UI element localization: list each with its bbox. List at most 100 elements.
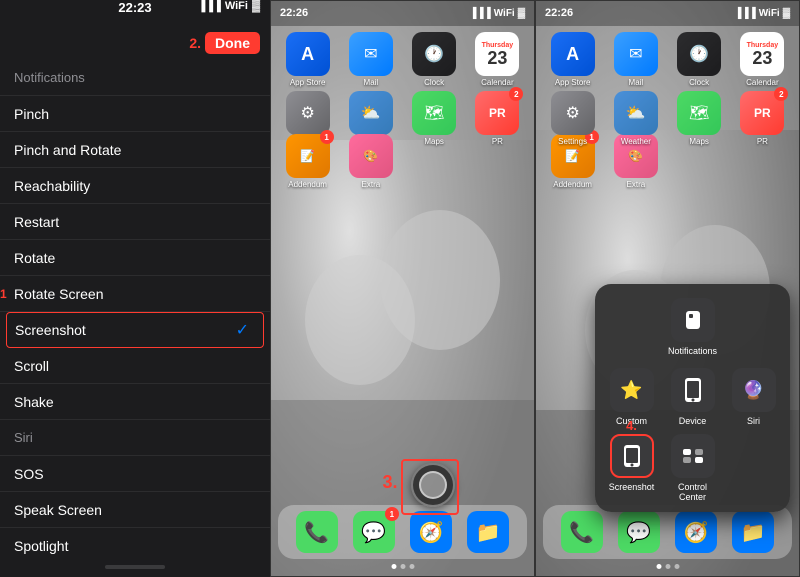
app-calendar-r[interactable]: Thursday 23 Calendar (733, 32, 792, 87)
popup-screenshot-icon (610, 434, 654, 478)
right-phone-panel: 22:26 ▐▐▐ WiFi ▓ A App Store ✉ Mail 🕐 Cl… (535, 0, 800, 577)
popup-siri[interactable]: 🔮 Siri (727, 368, 780, 426)
dock-safari-m[interactable]: 🧭 (410, 511, 452, 553)
item-screenshot[interactable]: Screenshot ✓ (6, 312, 264, 348)
pr-badge-r: 2 (774, 87, 788, 101)
popup-grid: ⭐ Custom Device 🔮 (605, 368, 780, 502)
item-scroll[interactable]: Scroll (0, 348, 270, 384)
dot-1-m (391, 564, 396, 569)
item-reachability[interactable]: Reachability (0, 168, 270, 204)
app-maps-r[interactable]: 🗺 Maps (670, 91, 729, 146)
status-icons-right: ▐▐▐ WiFi ▓ (734, 8, 790, 19)
app-pr-icon-m: PR 2 (475, 91, 519, 135)
bottom-bar (105, 565, 165, 569)
item-speak-screen[interactable]: Speak Screen (0, 492, 270, 528)
app-mail-icon-m: ✉ (349, 32, 393, 76)
screenshot-phone-icon (623, 444, 641, 468)
app-weather-r[interactable]: ⛅ Weather (606, 91, 665, 146)
app-settings-r[interactable]: ⚙ Settings (543, 91, 602, 146)
app-mail-m[interactable]: ✉ Mail (341, 32, 400, 87)
app-calendar-icon-m: Thursday 23 (475, 32, 519, 76)
item-pinch-rotate[interactable]: Pinch and Rotate (0, 132, 270, 168)
popup-custom-icon: ⭐ (610, 368, 654, 412)
item-sos[interactable]: SOS (0, 456, 270, 492)
dot-1-r (656, 564, 661, 569)
app-addendum-m[interactable]: 📝 1 Addendum (278, 134, 337, 189)
item-pinch[interactable]: Pinch (0, 96, 270, 132)
popup-top: Notifications (605, 298, 780, 356)
device-phone-icon (683, 377, 703, 403)
section-siri: Siri (0, 420, 270, 456)
status-icons-left: ▐▐▐ WiFi ▓ (197, 0, 260, 12)
dock-files-m[interactable]: 📁 (467, 511, 509, 553)
app-settings-icon-m: ⚙ (286, 91, 330, 135)
wifi-icon: WiFi (225, 0, 248, 12)
app-appstore-m[interactable]: A App Store (278, 32, 337, 87)
done-button[interactable]: Done (205, 32, 260, 54)
status-icons-middle: ▐▐▐ WiFi ▓ (469, 8, 525, 19)
app-calendar-m[interactable]: Thursday 23 Calendar (468, 32, 527, 87)
dot-2-m (400, 564, 405, 569)
app-maps-icon-m: 🗺 (412, 91, 456, 135)
dock-files-r[interactable]: 📁 (732, 511, 774, 553)
settings-panel: 22:23 ▐▐▐ WiFi ▓ 2. Done Notifications P… (0, 0, 270, 577)
app-clock-m[interactable]: 🕐 Clock (405, 32, 464, 87)
popup-control-center[interactable]: Control Center (666, 434, 719, 502)
wifi-icon-r: WiFi (759, 8, 780, 19)
battery-icon-m: ▓ (518, 8, 525, 19)
pr-badge: 2 (509, 87, 523, 101)
page-indicator-right (656, 564, 679, 569)
time-right: 22:26 (545, 7, 573, 19)
addendum-badge: 1 (320, 130, 334, 144)
messages-badge: 1 (385, 507, 399, 521)
dock-safari-r[interactable]: 🧭 (675, 511, 717, 553)
status-bar-left: 22:23 ▐▐▐ WiFi ▓ (0, 0, 270, 28)
item-restart[interactable]: Restart (0, 204, 270, 240)
dot-2-r (665, 564, 670, 569)
popup-device[interactable]: Device (666, 368, 719, 426)
time-middle: 22:26 (280, 7, 308, 19)
signal-icon: ▐▐▐ (197, 0, 220, 12)
signal-icon-m: ▐▐▐ (469, 8, 490, 19)
control-center-icon (682, 448, 704, 464)
app-extra-m[interactable]: 🎨 Extra (341, 134, 400, 189)
app-appstore-icon-m: A (286, 32, 330, 76)
dock-messages-m[interactable]: 💬 1 (353, 511, 395, 553)
dock-phone-m[interactable]: 📞 (296, 511, 338, 553)
app-appstore-r[interactable]: A App Store (543, 32, 602, 87)
app-addendum-icon-m: 📝 1 (286, 134, 330, 178)
dock-phone-r[interactable]: 📞 (561, 511, 603, 553)
assistive-touch-popup: Notifications ⭐ Custom (595, 284, 790, 512)
dock-messages-r[interactable]: 💬 (618, 511, 660, 553)
app-pr-r[interactable]: PR 2 PR (733, 91, 792, 146)
popup-control-center-icon (671, 434, 715, 478)
dot-3-r (674, 564, 679, 569)
step2-badge: 2. (189, 35, 201, 51)
step4-badge: 4. (626, 418, 637, 433)
section-notifications: Notifications (0, 60, 270, 96)
step3-label: 3. (383, 472, 398, 493)
popup-siri-label: Siri (747, 416, 760, 426)
item-spotlight[interactable]: Spotlight (0, 528, 270, 561)
step3-highlight-box (401, 459, 459, 515)
popup-siri-icon: 🔮 (732, 368, 776, 412)
popup-notifications-icon (671, 298, 715, 342)
app-clock-r[interactable]: 🕐 Clock (670, 32, 729, 87)
popup-notifications-label: Notifications (668, 346, 717, 356)
popup-device-label: Device (679, 416, 707, 426)
popup-screenshot[interactable]: 4. Screenshot (605, 434, 658, 502)
time-left: 22:23 (118, 0, 151, 15)
app-mail-r[interactable]: ✉ Mail (606, 32, 665, 87)
battery-icon: ▓ (252, 0, 260, 12)
app-weather-icon-m: ⛅ (349, 91, 393, 135)
popup-notifications-item[interactable]: Notifications (668, 298, 717, 356)
item-rotate[interactable]: Rotate (0, 240, 270, 276)
item-rotate-screen[interactable]: 1 Rotate Screen (0, 276, 270, 312)
popup-device-icon (671, 368, 715, 412)
step1-badge: 1 (0, 287, 7, 301)
battery-icon-r: ▓ (783, 8, 790, 19)
app-clock-icon-m: 🕐 (412, 32, 456, 76)
page-indicator-middle (391, 564, 414, 569)
item-shake[interactable]: Shake (0, 384, 270, 420)
settings-list: Notifications Pinch Pinch and Rotate Rea… (0, 60, 270, 561)
